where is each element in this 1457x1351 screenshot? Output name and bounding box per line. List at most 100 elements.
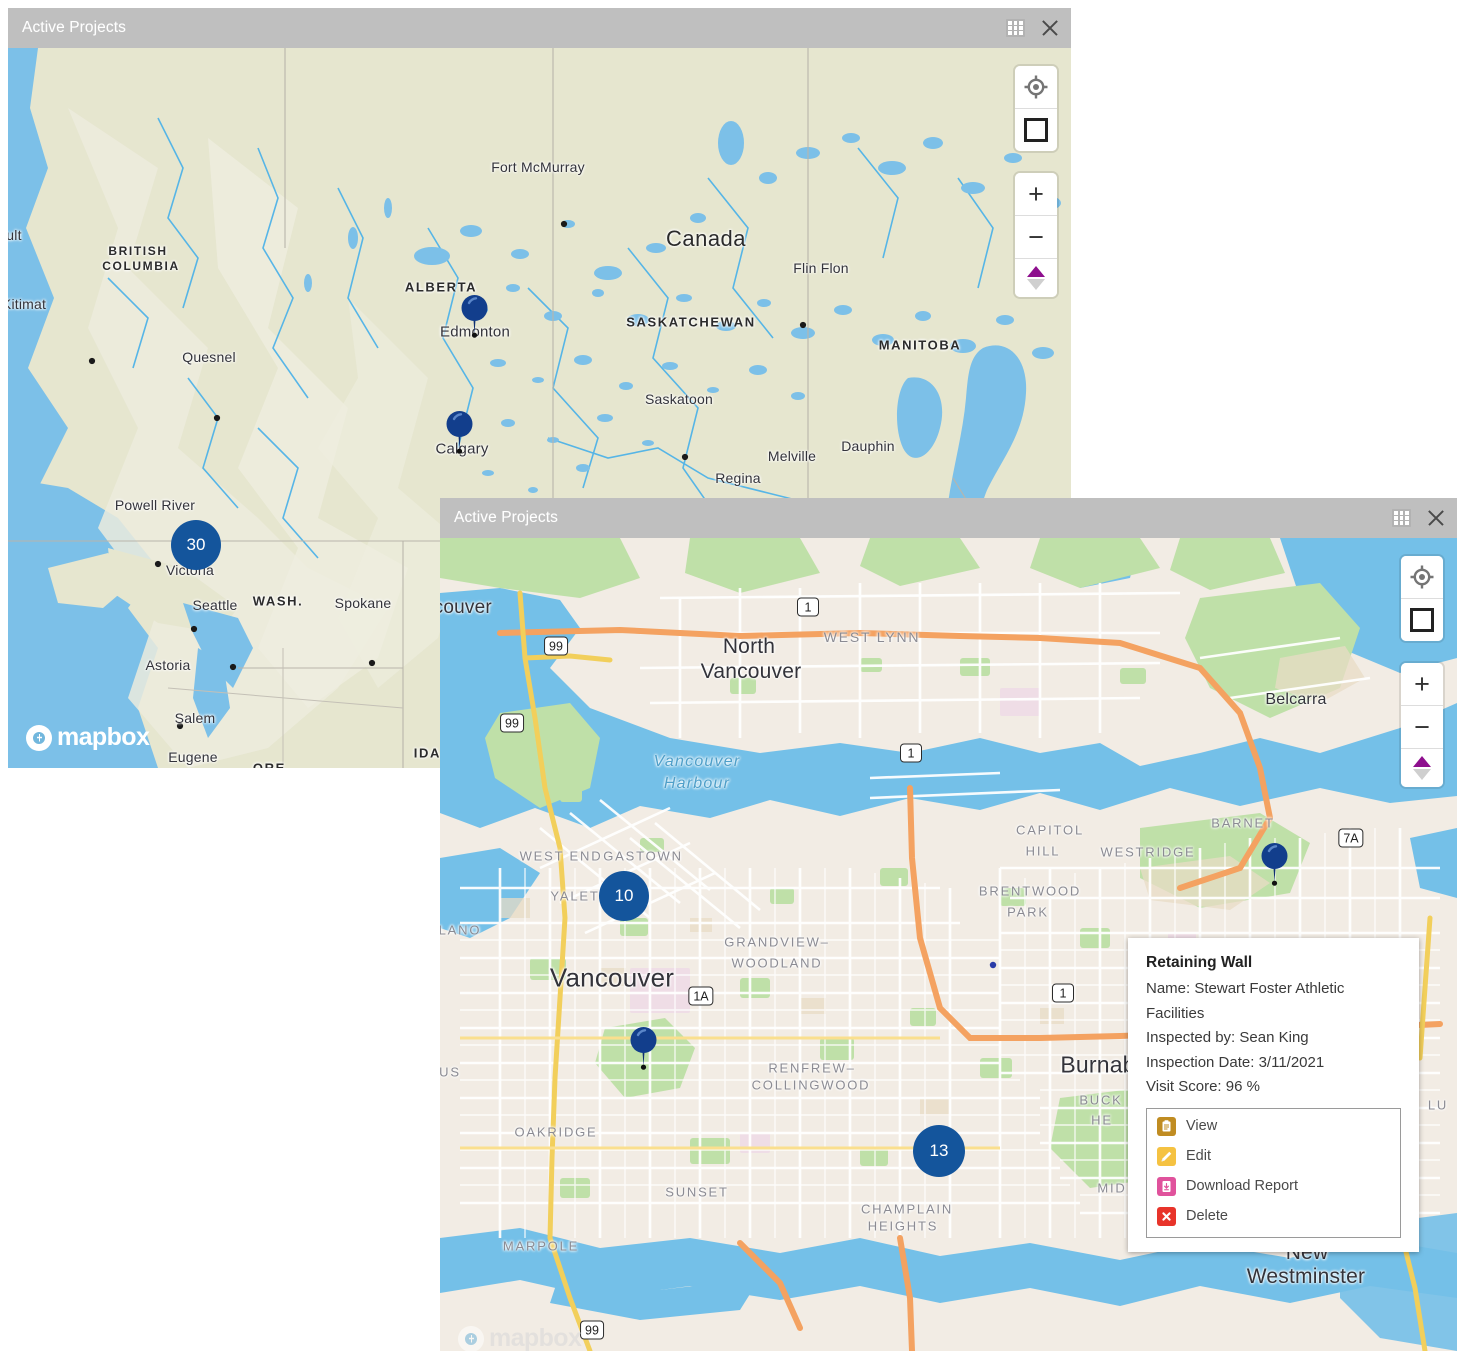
popup-action-edit[interactable]: Edit: [1157, 1147, 1390, 1166]
cluster-marker[interactable]: 13: [913, 1125, 965, 1177]
plus-icon-2: +: [1414, 671, 1430, 698]
popup-action-label: View: [1186, 1118, 1217, 1134]
minus-icon: −: [1028, 224, 1044, 251]
geolocate-button[interactable]: [1015, 66, 1057, 109]
zoom-in-button-2[interactable]: +: [1401, 663, 1443, 706]
map-label: COLUMBIA: [102, 259, 179, 273]
popup-field-label: Name:: [1146, 980, 1194, 997]
map-pin-marker[interactable]: [630, 1026, 657, 1075]
map-label: ancouver: [440, 597, 492, 619]
geolocate-button-2[interactable]: [1401, 556, 1443, 599]
download-document-icon: [1157, 1177, 1176, 1196]
map-label: PARK: [1007, 905, 1049, 920]
map-pin-marker[interactable]: [461, 294, 488, 343]
fullscreen-button[interactable]: [1015, 109, 1057, 151]
map-controls-top-vancouver: [1401, 556, 1443, 641]
window-title-2: Active Projects: [454, 509, 1392, 527]
popup-action-delete[interactable]: Delete: [1157, 1207, 1390, 1226]
grid-icon[interactable]: [1006, 19, 1025, 37]
delete-x-icon: [1157, 1207, 1176, 1226]
highway-shield: 7A: [1338, 829, 1363, 848]
map-label: Seattle: [193, 597, 238, 613]
map-pin-marker[interactable]: [1261, 842, 1288, 891]
cluster-marker[interactable]: 30: [171, 520, 221, 570]
mapbox-logo-2[interactable]: mapbox: [458, 1324, 581, 1351]
map-label: Belcarra: [1265, 691, 1326, 709]
map-label: GRANDVIEW–: [724, 935, 829, 950]
zoom-out-button-2[interactable]: −: [1401, 706, 1443, 749]
map-label: GASTOWN: [603, 849, 683, 864]
pencil-icon: [1157, 1147, 1176, 1166]
map-label: WEST END: [520, 849, 603, 864]
plus-icon: +: [1028, 181, 1044, 208]
grid-icon-2[interactable]: [1392, 509, 1411, 527]
mapbox-wordmark: mapbox: [57, 723, 149, 752]
cluster-marker[interactable]: 10: [599, 871, 649, 921]
feature-popup: Retaining Wall Name: Stewart Foster Athl…: [1128, 938, 1419, 1252]
popup-action-download-report[interactable]: Download Report: [1157, 1177, 1390, 1196]
compass-button-2[interactable]: [1401, 749, 1443, 787]
popup-field-value: Sean King: [1239, 1029, 1308, 1046]
map-pin-marker[interactable]: [446, 410, 473, 459]
highway-shield: 1: [797, 598, 819, 617]
map-label: CHAMPLAIN: [861, 1202, 953, 1217]
highway-shield: 1: [1052, 984, 1074, 1003]
map-label: Westminster: [1247, 1265, 1366, 1289]
map-label: HE: [1091, 1113, 1113, 1128]
window-active-projects-vancouver: Active Projects: [440, 498, 1457, 1351]
close-icon[interactable]: [1039, 17, 1061, 39]
map-label: OAKRIDGE: [514, 1125, 597, 1140]
fullscreen-icon-2: [1410, 608, 1434, 632]
map-label: Vancouver: [550, 963, 674, 994]
map-label: North: [723, 635, 775, 659]
popup-field: Name: Stewart Foster Athletic Facilities: [1146, 977, 1401, 1026]
compass-icon: [1027, 265, 1045, 291]
popup-actions: View Edit Download Report Delete: [1146, 1108, 1401, 1238]
map-label: Melville: [768, 448, 816, 464]
popup-field-value: 96 %: [1226, 1078, 1260, 1095]
map-label: Saskatoon: [645, 391, 713, 407]
minus-icon-2: −: [1414, 714, 1430, 741]
map-label: ALBERTA: [405, 280, 477, 295]
popup-field-label: Inspected by:: [1146, 1029, 1239, 1046]
map-label: Flin Flon: [793, 260, 848, 276]
popup-field: Inspection Date: 3/11/2021: [1146, 1051, 1401, 1076]
map-label: Vancouver: [654, 753, 741, 771]
map-label: YALET: [550, 889, 599, 904]
compass-icon-2: [1413, 755, 1431, 781]
map-label: ult: [8, 227, 22, 243]
map-label: COLLINGWOOD: [752, 1078, 871, 1093]
zoom-in-button[interactable]: +: [1015, 173, 1057, 216]
close-icon-2[interactable]: [1425, 507, 1447, 529]
map-label: WOODLAND: [732, 956, 823, 971]
mapbox-mark-icon-2: [458, 1326, 484, 1351]
map-label: Harbour: [664, 775, 730, 793]
map-canvas-vancouver[interactable]: ancouverNorthVancouverWEST LYNNVancouver…: [440, 538, 1457, 1351]
map-label: US: [440, 1065, 461, 1080]
map-controls-top-canada: [1015, 66, 1057, 151]
fullscreen-button-2[interactable]: [1401, 599, 1443, 641]
map-label: Salem: [175, 710, 216, 726]
popup-action-label: Download Report: [1186, 1178, 1298, 1194]
map-label: Eugene: [168, 749, 217, 765]
zoom-out-button[interactable]: −: [1015, 216, 1057, 259]
geolocate-icon-2: [1409, 564, 1435, 590]
map-label: SILANO: [440, 923, 481, 938]
cluster-count: 10: [615, 886, 634, 906]
map-label: Quesnel: [182, 349, 236, 365]
map-controls-zoom-canada: + −: [1015, 173, 1057, 297]
titlebar-vancouver: Active Projects: [440, 498, 1457, 538]
compass-button[interactable]: [1015, 259, 1057, 297]
mapbox-wordmark-2: mapbox: [489, 1324, 581, 1351]
map-label: WASH.: [253, 594, 304, 609]
map-label: Powell River: [115, 497, 195, 513]
map-label: BRITISH: [108, 244, 167, 258]
popup-action-view[interactable]: View: [1157, 1117, 1390, 1136]
mapbox-mark-icon: [26, 725, 52, 751]
highway-shield: 99: [500, 714, 524, 733]
map-label: Astoria: [146, 657, 191, 673]
map-label: Canada: [666, 226, 746, 252]
mapbox-logo[interactable]: mapbox: [26, 723, 149, 752]
titlebar-canada: Active Projects: [8, 8, 1071, 48]
map-label: CAPITOL: [1016, 823, 1084, 838]
